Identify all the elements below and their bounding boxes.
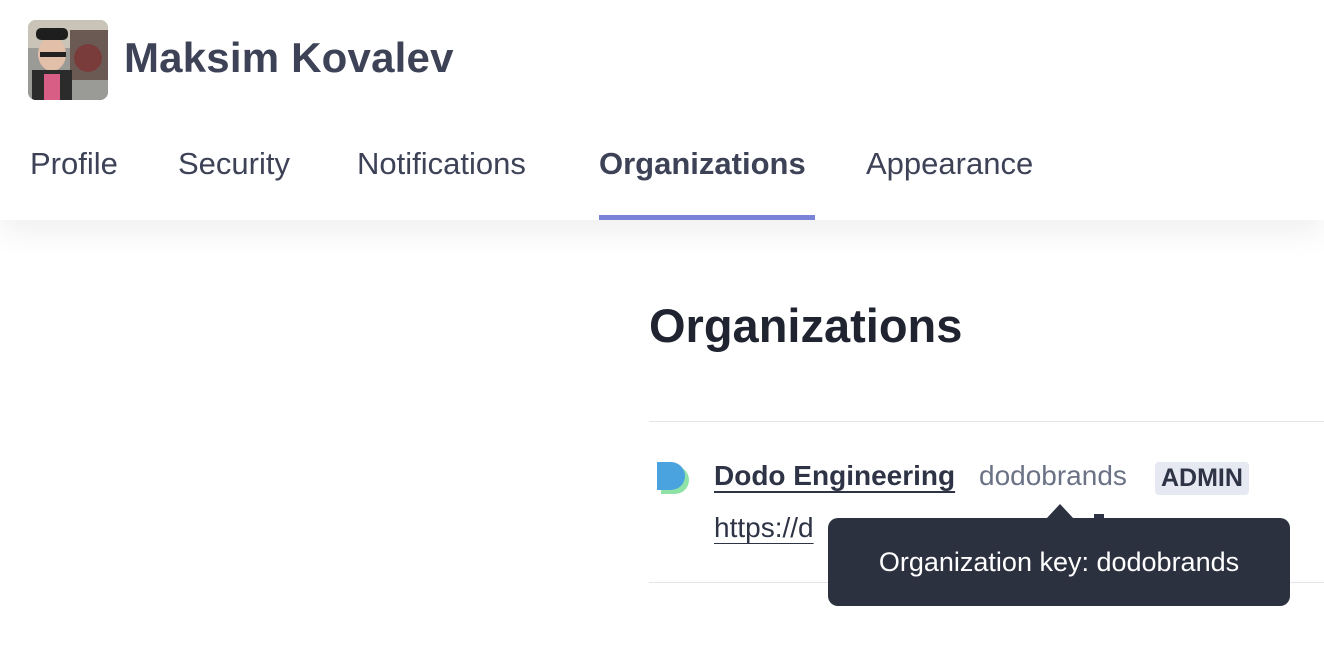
role-badge: ADMIN <box>1155 462 1249 495</box>
tab-label: Profile <box>30 146 118 181</box>
tooltip: Organization key: dodobrands <box>828 518 1290 606</box>
organization-logo-icon <box>657 460 693 496</box>
page-header: Maksim Kovalev Profile Security Notifica… <box>0 0 1324 220</box>
tab-label: Appearance <box>866 146 1034 181</box>
organization-name-link[interactable]: Dodo Engineering <box>714 460 955 492</box>
tooltip-arrow <box>1046 504 1074 519</box>
organization-key[interactable]: dodobrands <box>979 460 1127 492</box>
tab-label: Organizations <box>599 146 806 181</box>
tooltip-text: Organization key: dodobrands <box>878 546 1240 577</box>
user-name: Maksim Kovalev <box>124 34 454 81</box>
tab-profile[interactable]: Profile <box>30 140 118 220</box>
tab-notifications[interactable]: Notifications <box>357 140 526 220</box>
avatar[interactable] <box>28 20 108 100</box>
tab-label: Notifications <box>357 146 526 181</box>
tab-security[interactable]: Security <box>178 140 290 220</box>
settings-tabs: Profile Security Notifications Organizat… <box>0 140 1324 220</box>
active-tab-indicator <box>599 215 815 220</box>
tab-appearance[interactable]: Appearance <box>866 140 1033 220</box>
page-title: Organizations <box>649 299 963 352</box>
tab-label: Security <box>178 146 290 181</box>
tab-organizations[interactable]: Organizations <box>599 140 815 220</box>
organization-url-link[interactable]: https://d <box>714 512 814 544</box>
